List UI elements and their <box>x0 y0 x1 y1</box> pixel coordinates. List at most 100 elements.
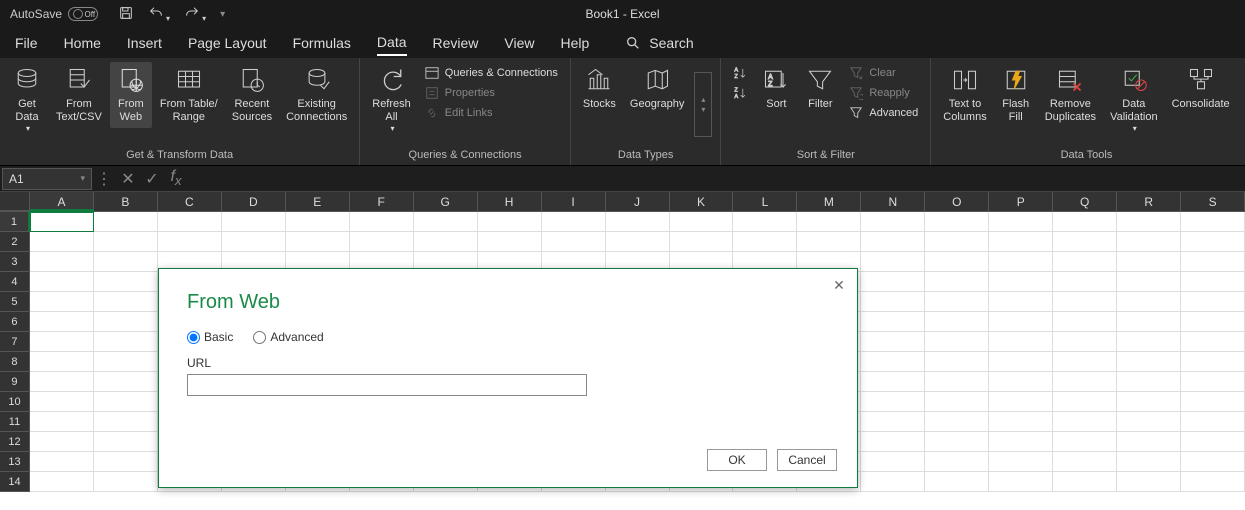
cell-S1[interactable] <box>1181 212 1245 232</box>
cell-N13[interactable] <box>861 452 925 472</box>
cell-B11[interactable] <box>94 412 158 432</box>
cell-B9[interactable] <box>94 372 158 392</box>
recent-sources-button[interactable]: Recent Sources <box>226 62 278 128</box>
cell-O9[interactable] <box>925 372 989 392</box>
cell-B12[interactable] <box>94 432 158 452</box>
col-header-L[interactable]: L <box>733 192 797 211</box>
cell-A8[interactable] <box>30 352 94 372</box>
cell-A5[interactable] <box>30 292 94 312</box>
cell-Q13[interactable] <box>1053 452 1117 472</box>
cell-S7[interactable] <box>1181 332 1245 352</box>
cell-P10[interactable] <box>989 392 1053 412</box>
autosave-control[interactable]: AutoSave Off <box>10 7 98 21</box>
cell-N12[interactable] <box>861 432 925 452</box>
cell-Q12[interactable] <box>1053 432 1117 452</box>
radio-basic[interactable]: Basic <box>187 330 233 344</box>
cell-A12[interactable] <box>30 432 94 452</box>
cell-A14[interactable] <box>30 472 94 492</box>
col-header-K[interactable]: K <box>670 192 734 211</box>
cell-L1[interactable] <box>733 212 797 232</box>
cell-Q9[interactable] <box>1053 372 1117 392</box>
cell-C2[interactable] <box>158 232 222 252</box>
cell-Q14[interactable] <box>1053 472 1117 492</box>
col-header-R[interactable]: R <box>1117 192 1181 211</box>
cell-A6[interactable] <box>30 312 94 332</box>
cell-S10[interactable] <box>1181 392 1245 412</box>
sort-az-button[interactable]: AZ <box>729 64 751 82</box>
cell-N11[interactable] <box>861 412 925 432</box>
cell-A10[interactable] <box>30 392 94 412</box>
col-header-C[interactable]: C <box>158 192 222 211</box>
cell-A13[interactable] <box>30 452 94 472</box>
cell-R7[interactable] <box>1117 332 1181 352</box>
refresh-all-button[interactable]: Refresh All▾ <box>366 62 417 138</box>
cell-O4[interactable] <box>925 272 989 292</box>
tab-file[interactable]: File <box>15 31 38 55</box>
row-header-14[interactable]: 14 <box>0 472 30 492</box>
col-header-J[interactable]: J <box>606 192 670 211</box>
cell-R6[interactable] <box>1117 312 1181 332</box>
cell-O8[interactable] <box>925 352 989 372</box>
cell-S11[interactable] <box>1181 412 1245 432</box>
cell-A2[interactable] <box>30 232 94 252</box>
close-icon[interactable]: ✕ <box>829 275 849 295</box>
cell-P9[interactable] <box>989 372 1053 392</box>
cell-P3[interactable] <box>989 252 1053 272</box>
col-header-A[interactable]: A <box>30 192 94 211</box>
cell-C1[interactable] <box>158 212 222 232</box>
cell-R5[interactable] <box>1117 292 1181 312</box>
cell-N14[interactable] <box>861 472 925 492</box>
cell-I2[interactable] <box>542 232 606 252</box>
cell-E2[interactable] <box>286 232 350 252</box>
name-box[interactable]: A1 <box>2 168 92 190</box>
row-header-11[interactable]: 11 <box>0 412 30 432</box>
cell-R12[interactable] <box>1117 432 1181 452</box>
tab-formulas[interactable]: Formulas <box>293 31 351 55</box>
ok-button[interactable]: OK <box>707 449 767 471</box>
cell-O7[interactable] <box>925 332 989 352</box>
from-text-csv-button[interactable]: From Text/CSV <box>50 62 108 128</box>
tab-help[interactable]: Help <box>561 31 590 55</box>
cell-J2[interactable] <box>606 232 670 252</box>
cell-S2[interactable] <box>1181 232 1245 252</box>
sort-button[interactable]: AZ Sort <box>755 62 797 115</box>
cell-G1[interactable] <box>414 212 478 232</box>
radio-advanced[interactable]: Advanced <box>253 330 323 344</box>
col-header-M[interactable]: M <box>797 192 861 211</box>
cell-P1[interactable] <box>989 212 1053 232</box>
data-validation-button[interactable]: Data Validation▾ <box>1104 62 1164 138</box>
cell-A3[interactable] <box>30 252 94 272</box>
cell-N4[interactable] <box>861 272 925 292</box>
cell-R14[interactable] <box>1117 472 1181 492</box>
cell-B5[interactable] <box>94 292 158 312</box>
col-header-O[interactable]: O <box>925 192 989 211</box>
cell-A4[interactable] <box>30 272 94 292</box>
cell-S3[interactable] <box>1181 252 1245 272</box>
cell-H2[interactable] <box>478 232 542 252</box>
cell-B7[interactable] <box>94 332 158 352</box>
col-header-Q[interactable]: Q <box>1053 192 1117 211</box>
cell-R8[interactable] <box>1117 352 1181 372</box>
cell-K2[interactable] <box>670 232 734 252</box>
cancel-formula-icon[interactable]: ✕ <box>116 169 140 189</box>
cell-A1[interactable] <box>30 212 94 232</box>
row-header-5[interactable]: 5 <box>0 292 30 312</box>
col-header-F[interactable]: F <box>350 192 414 211</box>
cell-Q10[interactable] <box>1053 392 1117 412</box>
row-header-12[interactable]: 12 <box>0 432 30 452</box>
cell-B1[interactable] <box>94 212 158 232</box>
cell-P4[interactable] <box>989 272 1053 292</box>
qat-customize-icon[interactable]: ▾ <box>220 9 225 20</box>
cell-M1[interactable] <box>797 212 861 232</box>
cell-F2[interactable] <box>350 232 414 252</box>
tab-data[interactable]: Data <box>377 30 407 56</box>
autosave-toggle[interactable]: Off <box>68 7 98 21</box>
cell-Q7[interactable] <box>1053 332 1117 352</box>
cell-S14[interactable] <box>1181 472 1245 492</box>
cell-P13[interactable] <box>989 452 1053 472</box>
row-header-7[interactable]: 7 <box>0 332 30 352</box>
redo-icon[interactable]: ▾ <box>184 5 206 24</box>
cell-B2[interactable] <box>94 232 158 252</box>
cell-R2[interactable] <box>1117 232 1181 252</box>
cell-Q3[interactable] <box>1053 252 1117 272</box>
